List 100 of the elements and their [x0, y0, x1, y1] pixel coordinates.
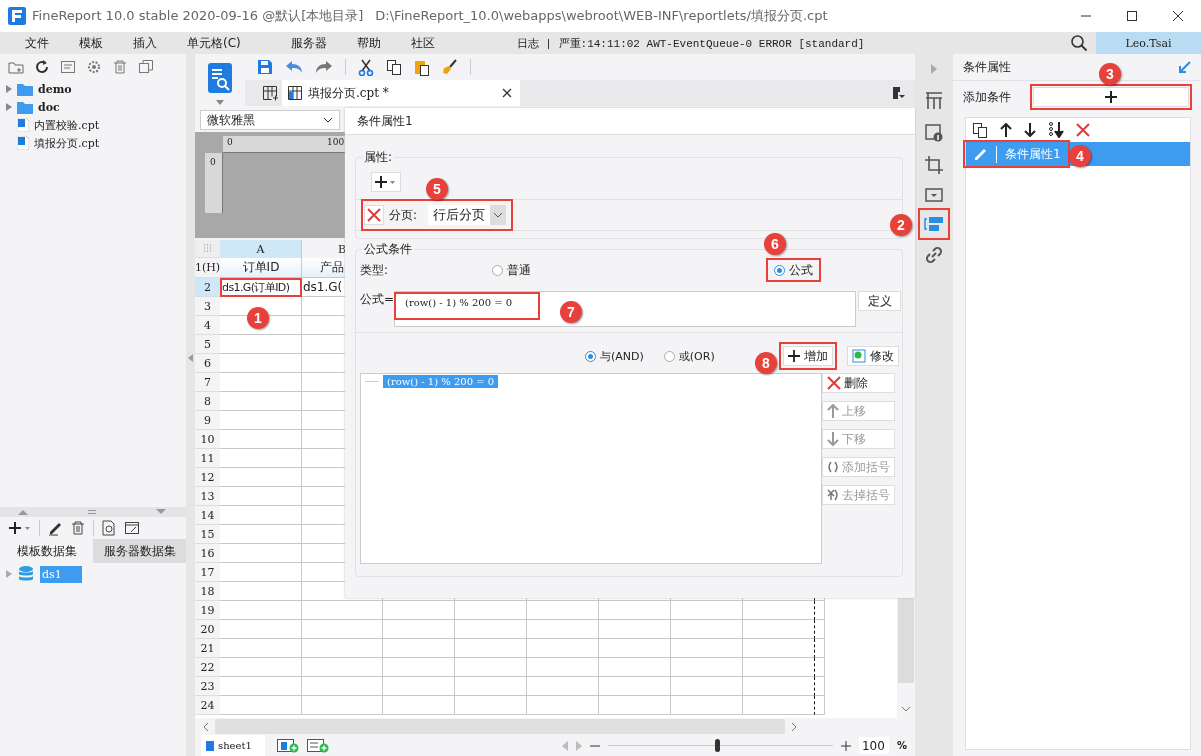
expand-arrow-icon[interactable] — [6, 570, 12, 578]
caret-icon[interactable] — [216, 99, 224, 105]
row-number[interactable]: 14 — [195, 506, 220, 525]
scroll-down-icon[interactable] — [901, 706, 911, 712]
radio-option[interactable]: 普通 — [492, 260, 532, 280]
page-break-select[interactable]: 行后分页 — [428, 205, 507, 225]
modify-button[interactable]: 修改 — [846, 346, 899, 366]
next-sheet-icon[interactable] — [575, 740, 582, 751]
column-header[interactable]: A — [220, 240, 302, 258]
row-number[interactable]: 11 — [195, 449, 220, 468]
radio-button[interactable] — [774, 264, 786, 276]
table-cell[interactable]: ds1.G(订单ID) — [220, 278, 302, 297]
row-number[interactable]: 13 — [195, 487, 220, 506]
delete-icon[interactable] — [1076, 123, 1090, 137]
document-icon[interactable] — [60, 59, 76, 75]
zoom-slider[interactable] — [715, 739, 721, 752]
scroll-left-icon[interactable] — [203, 721, 209, 732]
pencil-icon[interactable] — [47, 520, 63, 536]
dropdown-widget-icon[interactable] — [925, 188, 943, 202]
table-cell[interactable] — [743, 601, 815, 620]
format-brush-icon[interactable] — [442, 59, 458, 75]
condition-attribute-icon[interactable] — [918, 208, 950, 240]
dataset-tab[interactable]: 服务器数据集 — [93, 539, 186, 563]
trash-icon[interactable] — [112, 59, 128, 75]
user-name[interactable]: Leo.Tsai — [1096, 32, 1201, 54]
move-down-icon[interactable] — [1024, 123, 1036, 137]
menu-item[interactable]: 帮助 — [356, 34, 381, 52]
link-icon[interactable] — [925, 246, 943, 264]
radio-button[interactable] — [663, 350, 675, 362]
menu-item[interactable]: 文件 — [25, 34, 49, 52]
crop-frame-icon[interactable] — [925, 156, 943, 174]
add-dropdown-icon[interactable] — [8, 520, 32, 536]
zoom-in-icon[interactable] — [840, 740, 851, 751]
row-number[interactable]: 8 — [195, 392, 220, 411]
row-number[interactable]: 18 — [195, 582, 220, 601]
paste-icon[interactable] — [414, 58, 430, 76]
row-number[interactable]: 22 — [195, 658, 220, 677]
trash-icon[interactable] — [70, 520, 86, 536]
row-number[interactable]: 5 — [195, 335, 220, 354]
row-number[interactable]: 1(H) — [195, 258, 220, 278]
table-cell[interactable] — [743, 639, 815, 658]
radio-option[interactable]: 与(AND) — [585, 346, 644, 366]
expand-arrow-icon[interactable] — [6, 103, 12, 111]
save-icon[interactable] — [257, 59, 273, 75]
row-number[interactable]: 23 — [195, 677, 220, 696]
move-up-icon[interactable] — [1000, 123, 1012, 137]
preview-icon[interactable] — [101, 520, 117, 536]
gear-icon[interactable] — [86, 59, 102, 75]
menu-item[interactable]: 社区 — [410, 34, 435, 52]
table-cell[interactable] — [743, 658, 815, 677]
row-number[interactable]: 6 — [195, 354, 220, 373]
collapse-up-icon[interactable] — [18, 509, 28, 515]
edit-window-icon[interactable] — [124, 520, 140, 536]
add-form-icon[interactable] — [307, 738, 329, 753]
file-name[interactable]: demo — [38, 82, 72, 96]
add-property-button[interactable] — [371, 172, 401, 192]
remove-button[interactable] — [364, 205, 384, 225]
list-action-button[interactable]: 删除 — [822, 373, 895, 393]
font-select[interactable]: 微软雅黑 — [200, 110, 340, 130]
refresh-icon[interactable] — [34, 59, 50, 75]
radio-option[interactable]: 或(OR) — [663, 346, 715, 366]
menu-item[interactable]: 服务器 — [290, 34, 327, 52]
editor-tab[interactable]: 填报分页.cpt * — [282, 80, 520, 106]
expand-right-icon[interactable] — [931, 64, 937, 74]
zoom-field[interactable]: 100 — [858, 737, 889, 754]
tab-menu-icon[interactable] — [893, 87, 905, 99]
row-number[interactable]: 15 — [195, 525, 220, 544]
row-number[interactable]: 17 — [195, 563, 220, 582]
row-number[interactable]: 12 — [195, 468, 220, 487]
table-cell[interactable] — [743, 677, 815, 696]
row-number[interactable]: 7 — [195, 373, 220, 392]
row-number[interactable]: 16 — [195, 544, 220, 563]
table-cell[interactable] — [743, 620, 815, 639]
radio-option[interactable]: 公式 — [766, 258, 822, 282]
table-cell[interactable]: 订单ID — [220, 258, 302, 278]
copy-icon[interactable] — [972, 122, 988, 138]
table-cell[interactable] — [743, 696, 815, 715]
cell-info-icon[interactable] — [925, 124, 943, 142]
new-folder-icon[interactable] — [8, 59, 24, 75]
menu-item[interactable]: 模板 — [79, 34, 103, 52]
menu-item[interactable]: 单元格(C) — [187, 34, 241, 52]
pin-arrow-icon[interactable] — [1179, 61, 1191, 73]
file-name[interactable]: 内置校验.cpt — [34, 117, 100, 133]
collapse-down-icon[interactable] — [156, 509, 166, 515]
search-icon[interactable] — [1070, 34, 1088, 52]
report-design-icon[interactable] — [207, 61, 233, 96]
row-number[interactable]: 2 — [195, 278, 220, 297]
sheet-tab[interactable]: sheet1 — [201, 735, 265, 756]
file-name[interactable]: 填报分页.cpt — [34, 135, 100, 151]
undo-icon[interactable] — [285, 59, 303, 75]
scroll-right-icon[interactable] — [791, 721, 797, 732]
grip-icon[interactable] — [88, 510, 96, 514]
copy-icon[interactable] — [386, 59, 402, 75]
collapse-left-icon[interactable] — [188, 353, 193, 362]
prev-sheet-icon[interactable] — [561, 740, 568, 751]
radio-button[interactable] — [492, 264, 504, 276]
select-all-icon[interactable] — [203, 244, 212, 253]
menu-item[interactable]: 插入 — [133, 34, 157, 52]
grid-icon[interactable] — [262, 85, 278, 101]
scrollbar-thumb[interactable] — [898, 598, 914, 683]
